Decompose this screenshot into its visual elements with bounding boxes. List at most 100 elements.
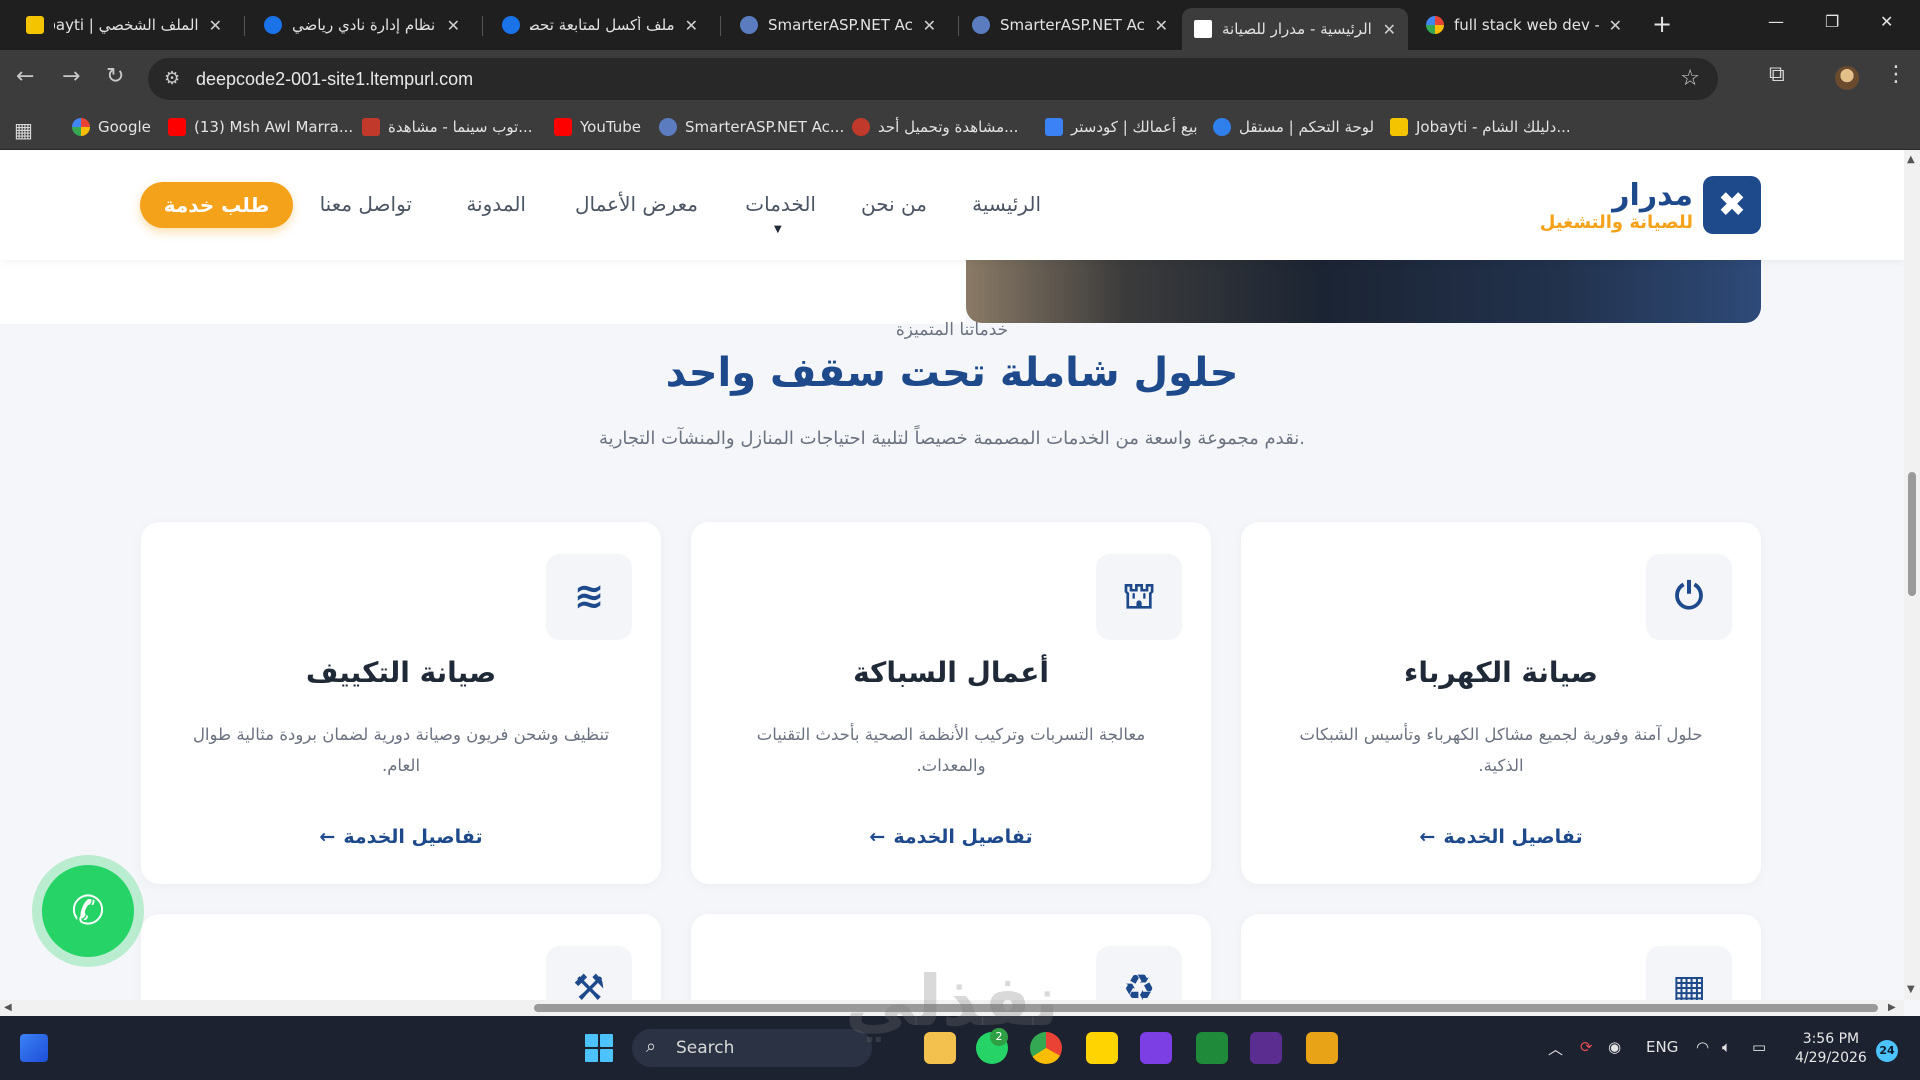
- logo-name[interactable]: مدرار: [1612, 178, 1693, 213]
- bookmark-item[interactable]: لوحة التحكم | مستقل: [1213, 118, 1374, 136]
- vertical-scrollbar[interactable]: ▲ ▼: [1904, 150, 1920, 1000]
- sync-icon[interactable]: ⟳: [1580, 1038, 1593, 1056]
- menu-kebab-icon[interactable]: ⋮: [1885, 62, 1907, 87]
- forward-icon[interactable]: →: [62, 64, 80, 89]
- dropdown-caret-icon: ▼: [774, 224, 782, 235]
- bookmarks-bar: ▦ Google (13) Msh Awl Marra... توب سينما…: [0, 108, 1920, 150]
- app-icon[interactable]: [1250, 1032, 1282, 1064]
- scroll-right-icon[interactable]: ▶: [1888, 1002, 1896, 1013]
- reload-icon[interactable]: ↻: [106, 64, 124, 89]
- plug-icon: ⏻: [1646, 554, 1732, 640]
- close-tab-icon[interactable]: ✕: [923, 16, 936, 35]
- show-hidden-icons-icon[interactable]: ︿: [1548, 1038, 1563, 1059]
- arrow-left-icon: ←: [1419, 826, 1436, 848]
- nav-blog[interactable]: المدونة: [466, 192, 526, 216]
- apps-grid-icon[interactable]: ▦: [14, 118, 33, 142]
- whatsapp-float-button[interactable]: ✆: [42, 865, 134, 957]
- sticky-notes-icon[interactable]: [1086, 1032, 1118, 1064]
- close-tab-icon[interactable]: ✕: [685, 16, 698, 35]
- tab-favicon-icon: [502, 16, 520, 34]
- service-card: ▦: [1241, 914, 1761, 1000]
- notification-badge[interactable]: 24: [1876, 1040, 1898, 1062]
- wifi-icon[interactable]: ◠: [1696, 1038, 1709, 1056]
- bookmark-star-icon[interactable]: ☆: [1680, 66, 1700, 91]
- extensions-icon[interactable]: ⧉: [1769, 62, 1785, 87]
- scrollbar-thumb[interactable]: [534, 1004, 1878, 1012]
- app-icon[interactable]: [1306, 1032, 1338, 1064]
- minimize-icon[interactable]: —: [1768, 12, 1784, 31]
- new-tab-icon[interactable]: +: [1652, 10, 1672, 38]
- restore-icon[interactable]: ❐: [1825, 12, 1839, 31]
- browser-tab[interactable]: SmarterASP.NET Account ✕: [728, 6, 948, 44]
- clock[interactable]: 3:56 PM 4/29/2026: [1795, 1030, 1867, 1068]
- youtube-favicon-icon: [554, 118, 572, 136]
- language-indicator[interactable]: ENG: [1646, 1038, 1678, 1056]
- nav-portfolio[interactable]: معرض الأعمال: [575, 192, 698, 216]
- service-details-link[interactable]: ← تفاصيل الخدمة: [691, 826, 1211, 848]
- widgets-icon[interactable]: [20, 1034, 48, 1062]
- google-favicon-icon: [1426, 16, 1444, 34]
- logo-tools-icon[interactable]: ✖: [1703, 176, 1761, 234]
- close-tab-icon[interactable]: ✕: [1383, 20, 1396, 39]
- network-status-icon[interactable]: ◉: [1608, 1038, 1621, 1056]
- building-icon: ▦: [1646, 946, 1732, 1000]
- site-info-icon[interactable]: ⚙: [164, 68, 180, 89]
- browser-tab-active[interactable]: الرئيسية - مدرار للصيانة ✕: [1182, 8, 1408, 50]
- card-title: صيانة التكييف: [305, 656, 497, 689]
- smarterasp-favicon-icon: [740, 16, 758, 34]
- close-window-icon[interactable]: ✕: [1880, 12, 1893, 31]
- wind-icon: ≋: [546, 554, 632, 640]
- visual-studio-icon[interactable]: [1140, 1032, 1172, 1064]
- site-header: ✖ مدرار للصيانة والتشغيل الرئيسية من نحن…: [0, 150, 1904, 260]
- browser-tab[interactable]: نظام إدارة نادي رياضي ✕: [252, 6, 472, 44]
- card-title: أعمال السباكة: [853, 656, 1049, 689]
- request-service-button[interactable]: طلب خدمة: [140, 182, 293, 228]
- nav-contact[interactable]: تواصل معنا: [320, 192, 412, 216]
- close-tab-icon[interactable]: ✕: [209, 16, 222, 35]
- service-card-electrical: ⏻ صيانة الكهرباء حلول آمنة وفورية لجميع …: [1241, 522, 1761, 884]
- profile-avatar[interactable]: [1835, 66, 1859, 90]
- bookmark-item[interactable]: SmarterASP.NET Ac...: [659, 118, 844, 136]
- card-description: معالجة التسربات وتركيب الأنظمة الصحية بأ…: [756, 725, 1146, 775]
- scroll-down-icon[interactable]: ▼: [1907, 984, 1915, 995]
- scrollbar-thumb[interactable]: [1908, 472, 1916, 596]
- back-icon[interactable]: ←: [16, 64, 34, 89]
- browser-tab[interactable]: ملف أكسل لمتابعة تحصيل ✕: [490, 6, 710, 44]
- movie-favicon-icon: [852, 118, 870, 136]
- battery-icon[interactable]: ▭: [1752, 1038, 1766, 1056]
- close-tab-icon[interactable]: ✕: [447, 16, 460, 35]
- bookmark-item[interactable]: Jobayti - دليلك الشام...: [1390, 118, 1571, 136]
- jobayti-favicon-icon: [26, 16, 44, 34]
- address-bar[interactable]: ⚙ deepcode2-001-site1.ltempurl.com ☆: [148, 58, 1718, 100]
- smarterasp-favicon-icon: [972, 16, 990, 34]
- browser-tab[interactable]: SmarterASP.NET Account ✕: [960, 6, 1180, 44]
- hammer-icon: ⚒: [546, 946, 632, 1000]
- service-details-link[interactable]: ← تفاصيل الخدمة: [1241, 826, 1761, 848]
- volume-icon[interactable]: 🔈︎: [1722, 1038, 1731, 1056]
- bookmark-item[interactable]: Google: [72, 118, 151, 136]
- nav-services[interactable]: الخدمات: [745, 192, 816, 216]
- smarterasp-favicon-icon: [659, 118, 677, 136]
- nav-about[interactable]: من نحن: [861, 192, 927, 216]
- bookmark-item[interactable]: YouTube: [554, 118, 641, 136]
- bookmark-item[interactable]: توب سينما - مشاهدة...: [362, 118, 533, 136]
- bookmark-item[interactable]: مشاهدة وتحميل أحد...: [852, 118, 1018, 136]
- section-eyebrow: خدماتنا المتميزة: [895, 320, 1009, 340]
- section-description: نقدم مجموعة واسعة من الخدمات المصممة خصي…: [599, 428, 1305, 449]
- windows-start-icon[interactable]: [585, 1034, 613, 1062]
- nav-home[interactable]: الرئيسية: [972, 192, 1041, 216]
- taskbar-search[interactable]: ⌕ Search: [632, 1029, 872, 1067]
- browser-toolbar: ← → ↻ ⚙ deepcode2-001-site1.ltempurl.com…: [0, 50, 1920, 108]
- bookmark-item[interactable]: (13) Msh Awl Marra...: [168, 118, 353, 136]
- page-favicon-icon: [1194, 20, 1212, 38]
- service-details-link[interactable]: ← تفاصيل الخدمة: [141, 826, 661, 848]
- terminal-app-icon[interactable]: [1196, 1032, 1228, 1064]
- close-tab-icon[interactable]: ✕: [1155, 16, 1168, 35]
- scroll-up-icon[interactable]: ▲: [1907, 154, 1915, 165]
- scroll-left-icon[interactable]: ◀: [4, 1002, 12, 1013]
- codester-favicon-icon: [1045, 118, 1063, 136]
- browser-tab[interactable]: full stack web dev - جوجل ✕: [1414, 6, 1634, 44]
- close-tab-icon[interactable]: ✕: [1609, 16, 1622, 35]
- bookmark-item[interactable]: بيع أعمالك | كودستر: [1045, 118, 1198, 136]
- browser-tab[interactable]: الملف الشخصي | Jobayti ✕: [14, 6, 234, 44]
